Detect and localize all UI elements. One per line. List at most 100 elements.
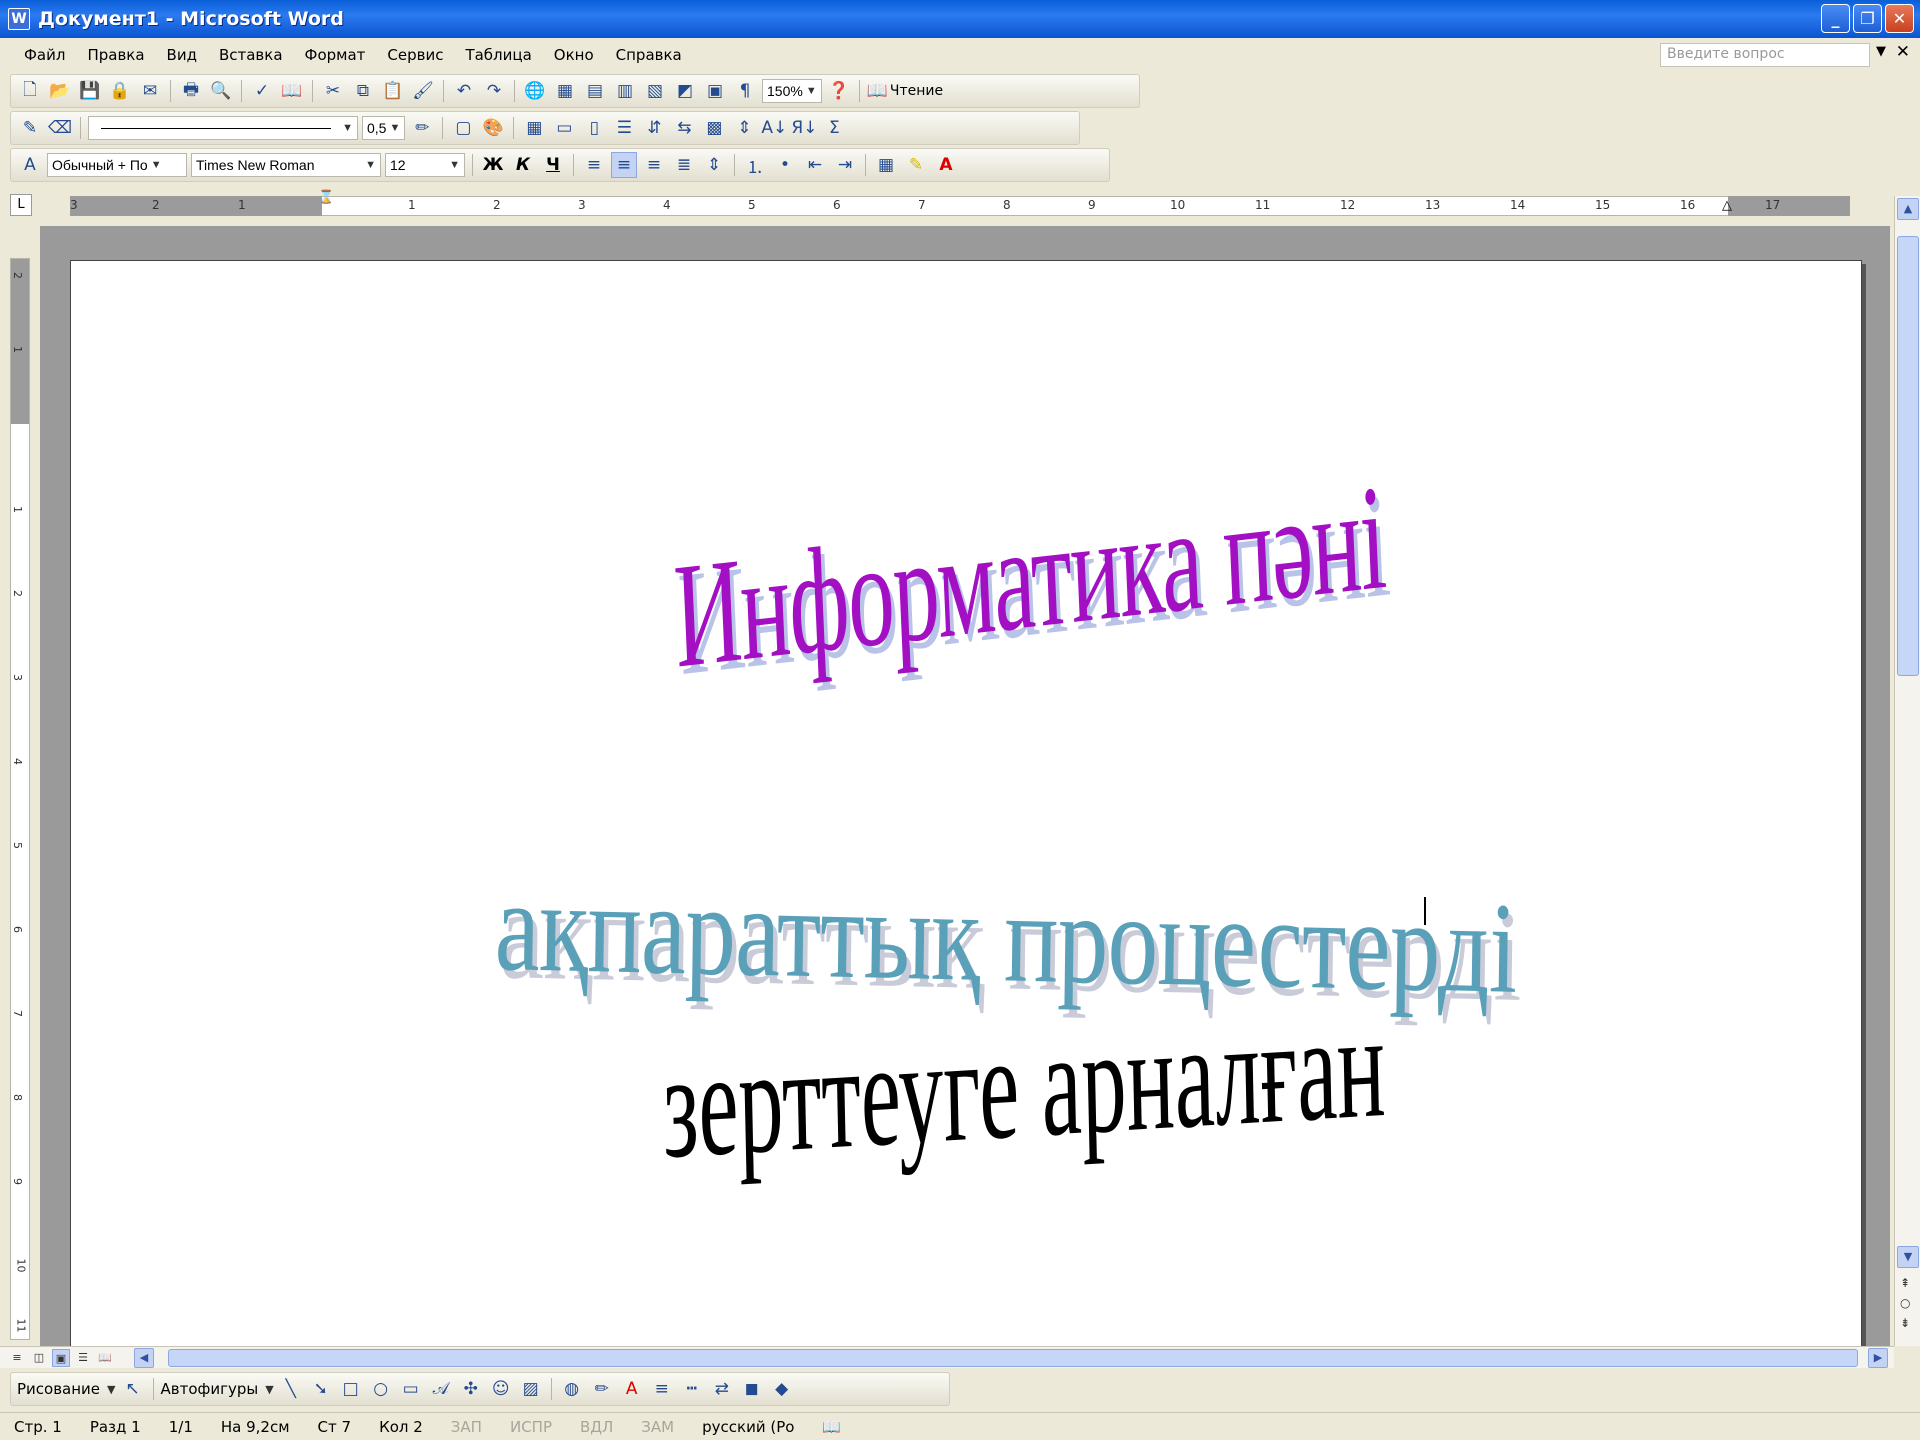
picture-icon[interactable]: ▨ xyxy=(518,1376,544,1402)
restore-button[interactable]: ❐ xyxy=(1853,4,1882,33)
spelling-icon[interactable]: ✓ xyxy=(249,78,275,104)
align-left-icon[interactable]: ≡ xyxy=(581,152,607,178)
scroll-right-icon[interactable]: ▶ xyxy=(1868,1348,1888,1368)
bold-button[interactable]: Ж xyxy=(480,152,506,178)
text-box-icon[interactable]: ▭ xyxy=(398,1376,424,1402)
align-center-icon[interactable]: ≡ xyxy=(611,152,637,178)
merge-cells-icon[interactable]: ▭ xyxy=(551,115,577,141)
insert-table-icon[interactable]: ▤ xyxy=(582,78,608,104)
research-icon[interactable]: 📖 xyxy=(279,78,305,104)
scroll-thumb[interactable] xyxy=(1897,236,1919,676)
borders-icon[interactable]: ▦ xyxy=(873,152,899,178)
increase-indent-icon[interactable]: ⇥ xyxy=(832,152,858,178)
status-record-macro[interactable]: ЗАП xyxy=(451,1418,482,1436)
menu-format[interactable]: Формат xyxy=(305,46,366,64)
zoom-combo[interactable]: 150% ▼ xyxy=(762,79,822,103)
cut-icon[interactable]: ✂ xyxy=(320,78,346,104)
clip-art-icon[interactable]: ☺ xyxy=(488,1376,514,1402)
horizontal-scroll-thumb[interactable] xyxy=(168,1349,1858,1367)
menu-view[interactable]: Вид xyxy=(167,46,197,64)
save-icon[interactable]: 💾 xyxy=(77,78,103,104)
status-track-changes[interactable]: ИСПР xyxy=(510,1418,552,1436)
right-indent-icon[interactable]: △ xyxy=(1722,198,1732,213)
text-direction-icon[interactable]: ⇕ xyxy=(731,115,757,141)
bullets-icon[interactable]: • xyxy=(772,152,798,178)
menu-insert[interactable]: Вставка xyxy=(219,46,283,64)
format-painter-icon[interactable]: 🖌 xyxy=(410,78,436,104)
distribute-columns-icon[interactable]: ⇆ xyxy=(671,115,697,141)
open-icon[interactable]: 📂 xyxy=(47,78,73,104)
oval-icon[interactable]: ○ xyxy=(368,1376,394,1402)
line-spacing-icon[interactable]: ⇕ xyxy=(701,152,727,178)
line-style-icon[interactable]: ≡ xyxy=(649,1376,675,1402)
scroll-up-icon[interactable]: ▲ xyxy=(1897,198,1919,220)
diagram-icon[interactable]: ✣ xyxy=(458,1376,484,1402)
line-icon[interactable]: ╲ xyxy=(278,1376,304,1402)
font-combo[interactable]: Times New Roman ▼ xyxy=(191,153,381,177)
justify-icon[interactable]: ≣ xyxy=(671,152,697,178)
wordart-icon[interactable]: 𝒜 xyxy=(428,1376,454,1402)
eraser-icon[interactable]: ⌫ xyxy=(47,115,73,141)
print-preview-icon[interactable]: 🔍 xyxy=(208,78,234,104)
font-color-button[interactable]: A xyxy=(933,152,959,178)
first-line-indent-icon[interactable]: ⌛ xyxy=(318,190,334,205)
horizontal-scrollbar[interactable]: ≡ ◫ ▣ ☰ 📖 ◀ ▶ xyxy=(0,1346,1894,1368)
align-right-icon[interactable]: ≡ xyxy=(641,152,667,178)
border-color-icon[interactable]: ✏ xyxy=(409,115,435,141)
shading-color-icon[interactable]: 🎨 xyxy=(480,115,506,141)
outline-view-icon[interactable]: ☰ xyxy=(74,1349,92,1367)
tab-selector[interactable]: L xyxy=(10,194,32,216)
insert-excel-icon[interactable]: ▥ xyxy=(612,78,638,104)
word-app-icon[interactable]: W xyxy=(8,8,30,30)
styles-icon[interactable]: A xyxy=(17,152,43,178)
underline-button[interactable]: Ч xyxy=(540,152,566,178)
ruler-track[interactable] xyxy=(70,196,1850,216)
read-button[interactable]: 📖 Чтение xyxy=(867,78,943,104)
permission-icon[interactable]: 🔒 xyxy=(107,78,133,104)
print-icon[interactable]: 🖶 xyxy=(178,78,204,104)
document-map-icon[interactable]: ▣ xyxy=(702,78,728,104)
menu-help[interactable]: Справка xyxy=(616,46,682,64)
numbering-icon[interactable]: ⒈ xyxy=(742,152,768,178)
wordart-text[interactable]: зерттеуге арналған xyxy=(661,979,1387,1193)
reading-view-icon[interactable]: 📖 xyxy=(96,1349,114,1367)
next-page-icon[interactable]: ⇟ xyxy=(1900,1316,1910,1330)
email-icon[interactable]: ✉ xyxy=(137,78,163,104)
line-style-combo[interactable]: ▼ xyxy=(88,116,358,140)
3d-style-icon[interactable]: ◆ xyxy=(769,1376,795,1402)
rectangle-icon[interactable]: □ xyxy=(338,1376,364,1402)
decrease-indent-icon[interactable]: ⇤ xyxy=(802,152,828,178)
sort-descending-icon[interactable]: Я↓ xyxy=(791,115,817,141)
font-size-combo[interactable]: 12 ▼ xyxy=(385,153,465,177)
table-autoformat-icon[interactable]: ▩ xyxy=(701,115,727,141)
ask-dropdown-icon[interactable]: ▼ xyxy=(1876,44,1886,59)
select-objects-icon[interactable]: ↖ xyxy=(120,1376,146,1402)
fill-color-icon[interactable]: ◍ xyxy=(559,1376,585,1402)
sort-ascending-icon[interactable]: A↓ xyxy=(761,115,787,141)
ask-question-input[interactable]: Введите вопрос xyxy=(1660,43,1870,67)
close-document-icon[interactable]: ✕ xyxy=(1896,42,1910,62)
redo-icon[interactable]: ↷ xyxy=(481,78,507,104)
vertical-scrollbar[interactable]: ▲ ▼ ⇞ ○ ⇟ xyxy=(1894,196,1920,1346)
document-page[interactable]: Информатика пәні ақпараттық процестерді … xyxy=(70,260,1862,1346)
shadow-style-icon[interactable]: ◼ xyxy=(739,1376,765,1402)
font-color-icon[interactable]: A xyxy=(619,1376,645,1402)
paste-icon[interactable]: 📋 xyxy=(380,78,406,104)
line-weight-combo[interactable]: 0,5 ▼ xyxy=(362,116,406,140)
hyperlink-icon[interactable]: 🌐 xyxy=(522,78,548,104)
tables-borders-icon[interactable]: ▦ xyxy=(552,78,578,104)
spelling-status-icon[interactable]: 📖 xyxy=(822,1418,841,1436)
new-document-icon[interactable]: 🗋 xyxy=(17,78,43,104)
arrow-style-icon[interactable]: ⇄ xyxy=(709,1376,735,1402)
menu-file[interactable]: Файл xyxy=(24,46,65,64)
align-icon[interactable]: ☰ xyxy=(611,115,637,141)
autoshapes-menu-button[interactable]: Автофигуры xyxy=(161,1380,259,1398)
draw-menu-button[interactable]: Рисование xyxy=(17,1380,100,1398)
style-combo[interactable]: Обычный + По ▼ xyxy=(47,153,187,177)
menu-window[interactable]: Окно xyxy=(554,46,594,64)
show-hide-icon[interactable]: ¶ xyxy=(732,78,758,104)
copy-icon[interactable]: ⧉ xyxy=(350,78,376,104)
insert-table-icon[interactable]: ▦ xyxy=(521,115,547,141)
menu-table[interactable]: Таблица xyxy=(465,46,531,64)
close-button[interactable]: ✕ xyxy=(1885,4,1914,33)
